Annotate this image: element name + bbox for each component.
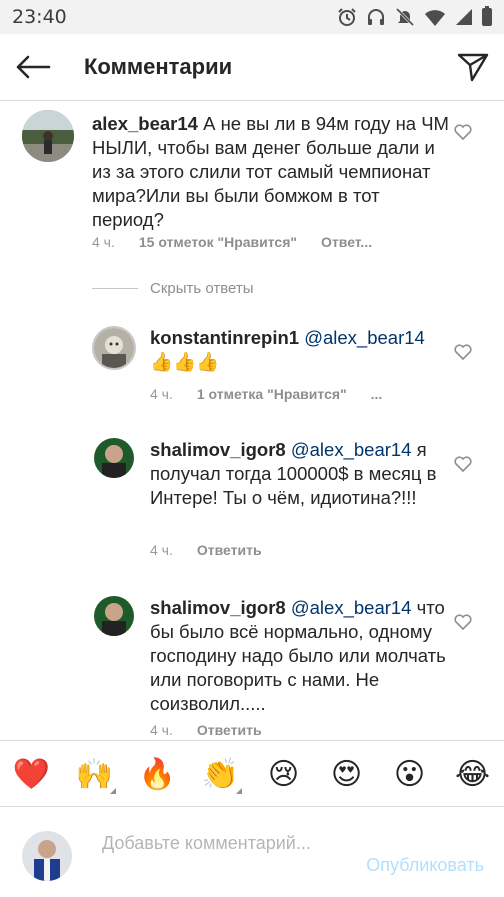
signal-icon — [456, 9, 472, 25]
send-button[interactable] — [456, 50, 490, 84]
comment-time: 4 ч. — [150, 722, 173, 738]
header: Комментарии — [0, 34, 504, 101]
alarm-icon — [338, 8, 356, 26]
comment-time: 4 ч. — [150, 542, 173, 558]
comment-time: 4 ч. — [92, 234, 115, 250]
comment-likes[interactable]: 15 отметок "Нравится" — [139, 234, 297, 250]
comment-text: shalimov_igor8 @alex_bear14 я получал то… — [150, 438, 450, 510]
comment-username[interactable]: shalimov_igor8 — [150, 439, 286, 460]
page-title: Комментарии — [84, 54, 233, 79]
comment-meta: 4 ч. 1 отметка "Нравится" ... — [150, 386, 382, 402]
emoji-bar: ❤️ 🙌 🔥 👏 😢 😍 😮 😂 — [0, 740, 504, 807]
heart-outline-icon — [454, 614, 472, 631]
reply-button[interactable]: Ответить — [197, 542, 262, 558]
like-button[interactable] — [454, 614, 472, 635]
comment-input[interactable]: Добавьте комментарий... — [102, 831, 322, 855]
comment-mention[interactable]: @alex_bear14 — [291, 439, 412, 460]
avatar[interactable] — [22, 110, 74, 162]
comments-list[interactable]: alex_bear14 А не вы ли в 94м году на ЧМ … — [0, 100, 504, 740]
like-button[interactable] — [454, 344, 472, 365]
reply-button[interactable]: Ответ... — [321, 234, 372, 250]
skin-tone-indicator — [109, 787, 116, 794]
mute-icon — [395, 7, 415, 27]
emoji-clap[interactable]: 👏 — [196, 756, 246, 794]
comment-username[interactable]: alex_bear14 — [92, 113, 198, 134]
comment-mention[interactable]: @alex_bear14 — [291, 597, 412, 618]
emoji-surprised[interactable]: 😮 — [385, 757, 435, 792]
skin-tone-indicator — [235, 787, 242, 794]
comment-likes[interactable]: 1 отметка "Нравится" — [197, 386, 347, 402]
status-bar: 23:40 — [0, 0, 504, 34]
heart-outline-icon — [454, 124, 472, 141]
avatar[interactable] — [94, 438, 134, 478]
avatar[interactable] — [92, 326, 136, 370]
headphones-icon — [368, 9, 384, 25]
comment-meta: 4 ч. Ответить — [150, 722, 262, 738]
comment-meta: 4 ч. Ответить — [150, 542, 262, 558]
emoji-crying[interactable]: 😢 — [259, 757, 309, 792]
emoji-raised-hands[interactable]: 🙌 — [70, 756, 120, 794]
back-button[interactable] — [14, 50, 52, 84]
emoji-laughing[interactable]: 😂 — [448, 757, 498, 792]
emoji-fire[interactable]: 🔥 — [133, 757, 183, 792]
avatar[interactable] — [94, 596, 134, 636]
reply-button[interactable]: ... — [371, 386, 383, 402]
heart-outline-icon — [454, 456, 472, 473]
status-time: 23:40 — [12, 6, 67, 28]
arrow-left-icon — [16, 55, 51, 79]
battery-icon — [482, 6, 492, 26]
heart-outline-icon — [454, 344, 472, 361]
emoji-glyph: 🙌 — [75, 756, 114, 792]
publish-button[interactable]: Опубликовать — [366, 855, 484, 876]
comment-body: 👍👍👍 — [150, 352, 220, 373]
comment-composer: Добавьте комментарий... Опубликовать — [0, 806, 504, 897]
comment-username[interactable]: shalimov_igor8 — [150, 597, 286, 618]
wifi-icon — [425, 10, 445, 26]
comment-mention[interactable]: @alex_bear14 — [304, 327, 425, 348]
comment-meta: 4 ч. 15 отметок "Нравится" Ответ... — [92, 234, 372, 250]
comment-text: alex_bear14 А не вы ли в 94м году на ЧМ … — [92, 112, 452, 232]
emoji-glyph: 👏 — [201, 756, 240, 792]
like-button[interactable] — [454, 456, 472, 477]
comment-text: konstantinrepin1 @alex_bear14 👍👍👍 — [150, 326, 450, 375]
like-button[interactable] — [454, 124, 472, 145]
emoji-heart-eyes[interactable]: 😍 — [322, 757, 372, 792]
comment-time: 4 ч. — [150, 386, 173, 402]
send-icon — [457, 53, 489, 82]
own-avatar — [22, 831, 72, 881]
reply-button[interactable]: Ответить — [197, 722, 262, 738]
emoji-heart[interactable]: ❤️ — [7, 757, 57, 792]
comment-username[interactable]: konstantinrepin1 — [150, 327, 299, 348]
comment-text: shalimov_igor8 @alex_bear14 что бы было … — [150, 596, 450, 716]
hide-replies-toggle[interactable]: Скрыть ответы — [92, 280, 254, 297]
divider — [92, 288, 138, 289]
status-icons — [337, 6, 492, 27]
hide-replies-label: Скрыть ответы — [150, 280, 254, 297]
